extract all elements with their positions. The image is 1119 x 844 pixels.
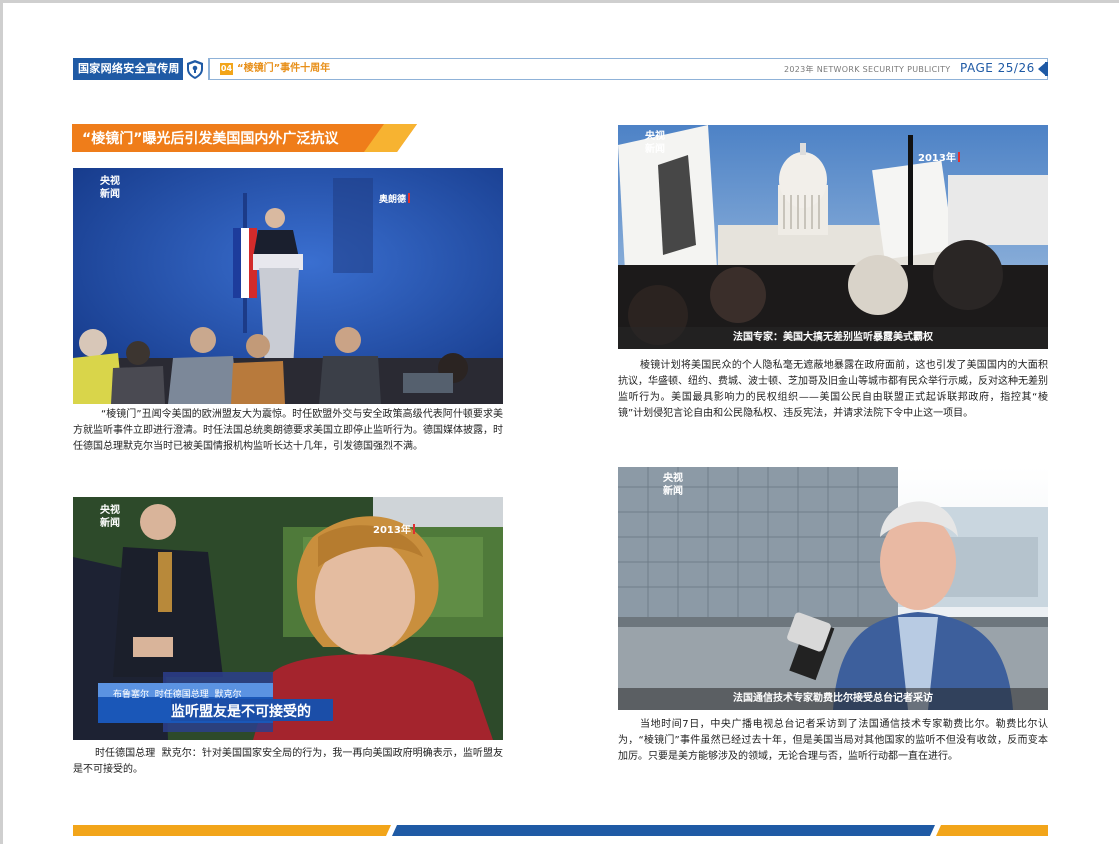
cctv-news-logo: 央视 新闻 (95, 173, 125, 203)
page-number: PAGE 25/26 (960, 61, 1035, 75)
cctv-news-logo: 央视 新闻 (658, 470, 688, 500)
header-year-label: 2023年 NETWORK SECURITY PUBLICITY (784, 65, 951, 74)
year-tag: 2013年 (918, 149, 960, 164)
photo-expert-interview: 央视 新闻 法国通信技术专家勒费比尔接受总台记者采访 (618, 467, 1048, 710)
header-badge: 国家网络安全宣传周 (73, 58, 183, 80)
logo-line2: 新闻 (100, 518, 120, 529)
photo-caption: 法国专家：美国大搞无差别监听暴露美式霸权 (618, 327, 1048, 349)
lower-third-quote: 监听盟友是不可接受的 (171, 704, 311, 720)
logo-line1: 央视 (100, 176, 120, 187)
logo-line2: 新闻 (645, 144, 665, 155)
paragraph-expert-view: 当地时间7日，中央广播电视总台记者采访到了法国通信技术专家勒费比尔。勒费比尔认为… (618, 719, 1048, 762)
header-end-bar (1045, 62, 1048, 76)
logo-line1: 央视 (645, 131, 665, 142)
logo-line2: 新闻 (100, 189, 120, 200)
photo-caption: 法国通信技术专家勒费比尔接受总台记者采访 (618, 688, 1048, 710)
photo-hollande-press-conference: 央视 新闻 奥朗德 (73, 168, 503, 404)
prev-arrow-icon[interactable] (1038, 63, 1045, 75)
logo-line1: 央视 (663, 473, 683, 484)
photo-capitol-protest: 央视 新闻 2013年 法国专家：美国大搞无差别监听暴露美式霸权 (618, 125, 1048, 349)
logo-line2: 新闻 (663, 486, 683, 497)
footer-stripes (73, 821, 1048, 836)
section-title-text: “棱镜门”曝光后引发美国国内外广泛抗议 (82, 131, 339, 147)
cctv-news-logo: 央视 新闻 (95, 502, 125, 532)
photo-merkel-interview: 央视 新闻 2013年 布鲁塞尔 时任德国总理 默克尔 监听盟友是不可接受的 (73, 497, 503, 740)
section-title: “棱镜门”曝光后引发美国国内外广泛抗议 (72, 124, 417, 152)
cctv-news-logo: 央视 新闻 (640, 128, 670, 158)
header-topic: “棱镜门”事件十周年 (237, 63, 331, 74)
paragraph-europe-reaction: “棱镜门”丑闻令美国的欧洲盟友大为震惊。时任欧盟外交与安全政策高级代表阿什顿要求… (73, 409, 503, 452)
paragraph-us-protests: 棱镜计划将美国民众的个人隐私毫无遮蔽地暴露在政府面前，这也引发了美国国内的大面积… (618, 360, 1048, 419)
section-number: 04 (220, 63, 233, 75)
year-tag: 2013年 (373, 521, 415, 536)
paragraph-merkel-quote: 时任德国总理 默克尔：针对美国国家安全局的行为，我一再向美国政府明确表示，监听盟… (73, 748, 503, 775)
shield-lock-icon (184, 58, 206, 80)
name-tag: 奥朗德 (379, 192, 410, 205)
logo-line1: 央视 (100, 505, 120, 516)
lower-third-location: 布鲁塞尔 时任德国总理 默克尔 (113, 690, 242, 700)
